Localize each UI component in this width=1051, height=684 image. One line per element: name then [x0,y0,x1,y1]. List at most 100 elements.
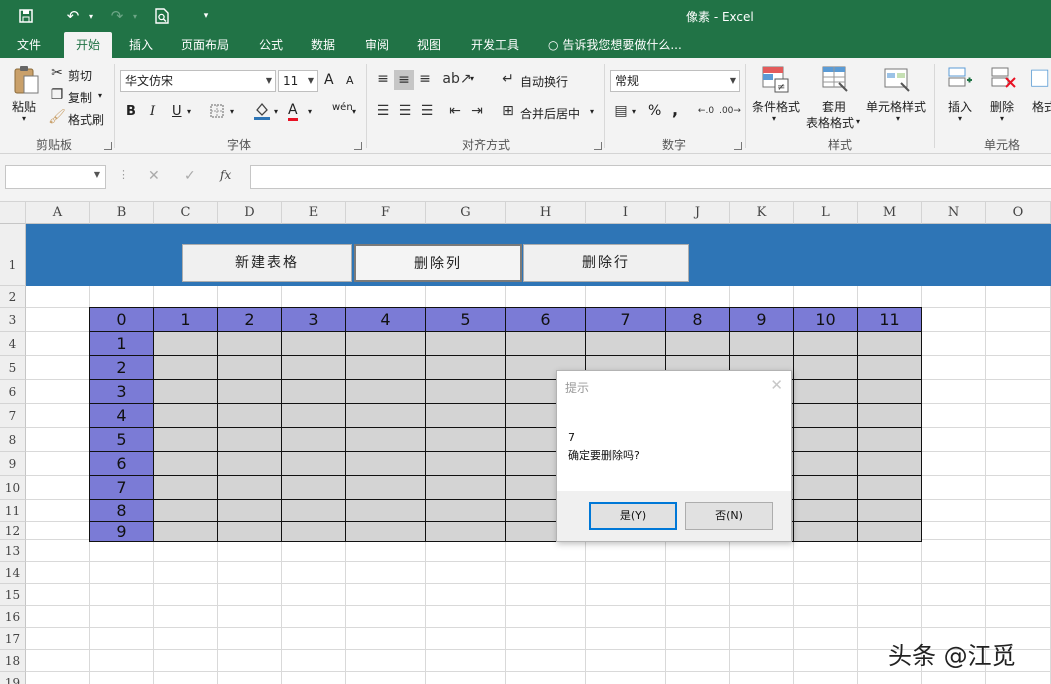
table-cell[interactable] [282,380,346,404]
copy-icon[interactable]: ❐ [50,87,64,103]
cell-styles-button[interactable]: 单元格样式 [866,98,926,115]
tab-view[interactable]: 视图 [408,32,450,58]
table-row-label[interactable]: 3 [90,380,154,404]
align-left-icon[interactable]: ☰ [374,102,392,120]
tell-me-search[interactable]: ○ 告诉我您想要做什么... [548,32,682,58]
table-cell[interactable] [346,522,426,542]
row-header[interactable]: 6 [0,380,26,404]
orientation-dropdown-icon[interactable]: ▾ [470,74,474,83]
table-cell[interactable] [794,522,858,542]
row-header[interactable]: 14 [0,562,26,584]
wrap-text-button[interactable]: 自动换行 [520,73,568,90]
row-header[interactable]: 12 [0,522,26,540]
delete-column-button[interactable]: 删除列 [354,244,522,282]
number-launcher-icon[interactable] [734,142,742,150]
table-cell[interactable] [506,332,586,356]
table-cell[interactable] [346,500,426,522]
underline-button[interactable]: U [172,104,182,119]
tab-page-layout[interactable]: 页面布局 [172,32,238,58]
table-cell[interactable] [282,452,346,476]
bold-button[interactable]: B [126,104,136,119]
wrap-text-icon[interactable]: ↵ [500,70,516,88]
table-cell[interactable] [426,476,506,500]
decrease-indent-icon[interactable]: ⇤ [446,102,464,120]
table-header-cell[interactable]: 8 [666,308,730,332]
new-table-button[interactable]: 新建表格 [182,244,352,282]
table-cell[interactable] [426,404,506,428]
delete-cells-icon[interactable] [988,64,1018,94]
row-header[interactable]: 11 [0,500,26,522]
customize-toolbar-icon[interactable]: ▾ [198,6,214,26]
increase-indent-icon[interactable]: ⇥ [468,102,486,120]
close-icon[interactable]: ✕ [770,376,783,394]
tab-file[interactable]: 文件 [6,32,52,58]
paste-dropdown-icon[interactable]: ▾ [22,114,26,123]
select-all-corner[interactable] [0,202,26,224]
column-header[interactable]: G [426,202,506,224]
tab-data[interactable]: 数据 [302,32,344,58]
table-cell[interactable] [346,476,426,500]
delete-dropdown-icon[interactable]: ▾ [1000,114,1004,123]
table-header-cell[interactable]: 9 [730,308,794,332]
row-header[interactable]: 8 [0,428,26,452]
row-header[interactable]: 9 [0,452,26,476]
print-preview-icon[interactable] [150,6,174,26]
table-cell[interactable] [346,380,426,404]
formula-input[interactable] [250,165,1051,189]
table-header-cell[interactable]: 11 [858,308,922,332]
column-header[interactable]: K [730,202,794,224]
table-header-cell[interactable]: 4 [346,308,426,332]
table-cell[interactable] [666,332,730,356]
tab-review[interactable]: 审阅 [356,32,398,58]
number-format-select[interactable]: 常规 ▼ [610,70,740,92]
table-header-cell[interactable]: 2 [218,308,282,332]
table-cell[interactable] [794,452,858,476]
row-header[interactable]: 3 [0,308,26,332]
table-cell[interactable] [218,332,282,356]
table-cell[interactable] [282,522,346,542]
table-cell[interactable] [426,428,506,452]
font-launcher-icon[interactable] [354,142,362,150]
shrink-font-button[interactable]: A [346,74,354,87]
delete-cells-button[interactable]: 删除 [990,98,1014,115]
merge-center-button[interactable]: 合并后居中 [520,105,580,122]
table-cell[interactable] [426,380,506,404]
row-header[interactable]: 7 [0,404,26,428]
table-cell[interactable] [858,356,922,380]
table-cell[interactable] [794,500,858,522]
insert-function-icon[interactable]: fx [220,168,231,182]
column-header[interactable]: L [794,202,858,224]
table-cell[interactable] [346,452,426,476]
align-bottom-icon[interactable]: ≡ [416,70,434,88]
row-header[interactable]: 2 [0,286,26,308]
row-header[interactable]: 19 [0,672,26,684]
table-cell[interactable] [858,428,922,452]
column-header[interactable]: A [26,202,90,224]
table-cell[interactable] [154,332,218,356]
table-cell[interactable] [218,428,282,452]
table-cell[interactable] [218,356,282,380]
undo-dropdown-icon[interactable]: ▾ [86,6,96,26]
table-cell[interactable] [282,500,346,522]
column-header[interactable]: M [858,202,922,224]
align-middle-icon[interactable]: ≡ [394,70,414,90]
table-cell[interactable] [426,452,506,476]
italic-button[interactable]: I [150,104,155,119]
save-icon[interactable] [14,6,38,26]
column-header[interactable]: I [586,202,666,224]
paste-label[interactable]: 粘贴 [12,98,36,115]
accounting-dropdown-icon[interactable]: ▾ [632,107,636,116]
table-row-label[interactable]: 6 [90,452,154,476]
table-cell[interactable] [282,428,346,452]
cut-icon[interactable]: ✂ [50,65,64,81]
table-cell[interactable] [794,476,858,500]
format-as-table-icon[interactable] [820,64,850,94]
insert-dropdown-icon[interactable]: ▾ [958,114,962,123]
row-header[interactable]: 18 [0,650,26,672]
fill-color-dropdown-icon[interactable]: ▾ [274,107,278,116]
table-cell[interactable] [426,332,506,356]
yes-button[interactable]: 是(Y) [589,502,677,530]
align-right-icon[interactable]: ☰ [418,102,436,120]
format-cells-icon[interactable] [1030,64,1051,94]
table-row-label[interactable]: 7 [90,476,154,500]
